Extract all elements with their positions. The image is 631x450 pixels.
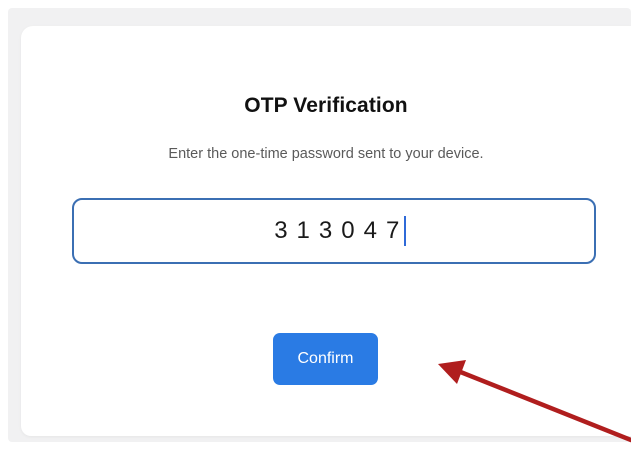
confirm-button[interactable]: Confirm [273,333,378,385]
otp-value: 313047 [274,217,409,244]
text-caret [404,216,406,246]
dialog-title: OTP Verification [244,94,408,117]
otp-input[interactable]: 313047 [72,198,596,264]
dialog-subtitle: Enter the one-time password sent to your… [168,146,484,162]
